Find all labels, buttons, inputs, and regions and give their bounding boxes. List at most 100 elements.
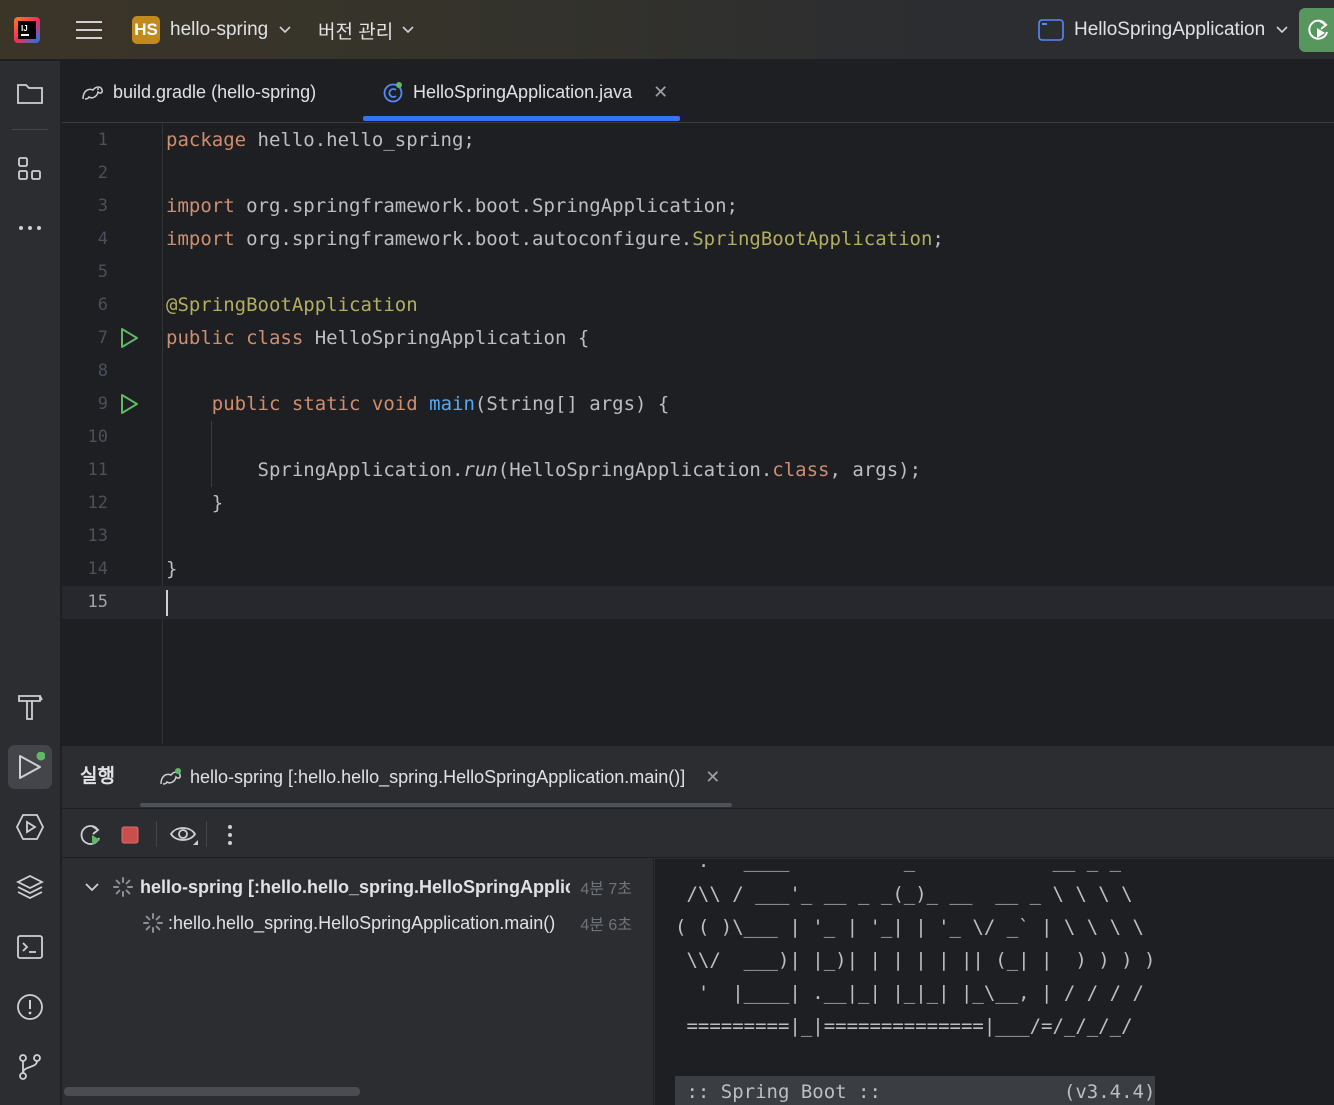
run-config-name: HelloSpringApplication bbox=[1074, 19, 1266, 40]
project-name: hello-spring bbox=[170, 19, 269, 40]
horizontal-scrollbar[interactable] bbox=[64, 1087, 360, 1096]
rerun-icon bbox=[1308, 19, 1328, 40]
line-number: 13 bbox=[87, 526, 108, 546]
layers-tool-button[interactable] bbox=[8, 865, 52, 909]
console-line: ' |____| .__|_| |_|_| |_\__, | / / / / bbox=[675, 982, 1144, 1004]
project-tool-button[interactable] bbox=[8, 71, 52, 115]
line-number: 9 bbox=[97, 394, 108, 414]
run-tool-button[interactable] bbox=[8, 745, 52, 789]
line-number: 7 bbox=[97, 328, 108, 348]
run-icon bbox=[19, 752, 45, 779]
more-tools-button[interactable] bbox=[8, 206, 52, 250]
code-line: 5 bbox=[62, 256, 1334, 289]
stop-button[interactable] bbox=[116, 821, 144, 849]
rerun-button[interactable] bbox=[78, 821, 106, 849]
run-gutter-icon[interactable] bbox=[118, 327, 140, 349]
java-class-icon bbox=[383, 82, 403, 103]
gradle-icon bbox=[160, 768, 181, 785]
left-tool-strip bbox=[0, 61, 61, 1105]
run-tab-hello-spring[interactable]: hello-spring [:hello.hello_spring.HelloS… bbox=[158, 746, 720, 808]
run-tool-window: 실행 hello-spring [:hello.hello_spring.Hel… bbox=[62, 745, 1334, 1105]
more-vertical-icon bbox=[228, 825, 232, 845]
run-gutter-icon[interactable] bbox=[118, 393, 140, 415]
code-line: 13 bbox=[62, 520, 1334, 553]
line-number: 11 bbox=[87, 460, 108, 480]
code-line: 11 SpringApplication.run(HelloSpringAppl… bbox=[62, 454, 1334, 487]
project-badge: HS bbox=[132, 16, 160, 44]
line-number: 4 bbox=[97, 229, 108, 249]
elapsed-time: 4분 7초 bbox=[580, 881, 632, 898]
toolbar-separator bbox=[156, 821, 157, 847]
application-icon bbox=[1038, 19, 1064, 41]
project-selector[interactable]: HS hello-spring bbox=[132, 0, 292, 60]
line-number: 10 bbox=[87, 427, 108, 447]
tree-item-child[interactable]: :hello.hello_spring.HelloSpringApplicati… bbox=[62, 906, 654, 940]
services-tool-button[interactable] bbox=[8, 805, 52, 849]
tree-item-label: :hello.hello_spring.HelloSpringApplicati… bbox=[168, 912, 556, 933]
services-icon bbox=[15, 814, 45, 840]
tab-build-gradle[interactable]: build.gradle (hello-spring) bbox=[80, 61, 316, 123]
more-horizontal-icon bbox=[19, 226, 41, 230]
code-line: 14 } bbox=[62, 553, 1334, 586]
more-options-button[interactable] bbox=[216, 821, 244, 849]
view-options-button[interactable] bbox=[166, 821, 202, 849]
tree-item-root[interactable]: hello-spring [:hello.hello_spring.HelloS… bbox=[62, 870, 654, 904]
tab-label: HelloSpringApplication.java bbox=[413, 81, 633, 102]
run-tree: hello-spring [:hello.hello_spring.HelloS… bbox=[62, 859, 654, 1105]
code-line: 9 public static void main(String[] args)… bbox=[62, 388, 1334, 421]
svg-text:IJ: IJ bbox=[21, 24, 28, 33]
git-tool-button[interactable] bbox=[8, 1045, 52, 1089]
vcs-menu[interactable]: 버전 관리 bbox=[318, 0, 415, 60]
problems-tool-button[interactable] bbox=[8, 985, 52, 1029]
run-configuration-selector[interactable]: HelloSpringApplication bbox=[1038, 0, 1289, 60]
rerun-icon bbox=[80, 825, 100, 845]
chevron-down-icon bbox=[1276, 26, 1288, 34]
hammer-icon bbox=[18, 695, 43, 720]
intellij-logo-icon[interactable]: IJ bbox=[14, 0, 46, 60]
code-editor[interactable]: 1 package hello.hello_spring; 2 3 import… bbox=[62, 124, 1334, 744]
main-menu-button[interactable] bbox=[72, 0, 106, 60]
code-line: 4 import org.springframework.boot.autoco… bbox=[62, 223, 1334, 256]
chevron-down-icon bbox=[402, 26, 414, 34]
code-text: import org.springframework.boot.autoconf… bbox=[166, 228, 944, 250]
code-text: } bbox=[166, 492, 224, 514]
active-tab-indicator bbox=[363, 116, 680, 121]
text-caret bbox=[166, 590, 168, 616]
rerun-button[interactable] bbox=[1299, 8, 1334, 52]
tab-label: build.gradle (hello-spring) bbox=[113, 81, 317, 102]
title-bar: IJ HS hello-spring 버전 관리 HelloSpringAppl… bbox=[0, 0, 1334, 60]
chevron-down-icon[interactable] bbox=[84, 881, 100, 893]
close-icon[interactable]: ✕ bbox=[705, 767, 720, 788]
close-icon[interactable]: ✕ bbox=[653, 82, 668, 103]
loading-spinner-icon bbox=[143, 913, 163, 933]
code-line: 10 bbox=[62, 421, 1334, 454]
build-tool-button[interactable] bbox=[8, 685, 52, 729]
eye-icon bbox=[169, 827, 198, 845]
console-line: . ____ _ __ _ _ bbox=[675, 859, 1122, 872]
console-line: :: Spring Boot :: (v3.4.4) bbox=[675, 1076, 1156, 1105]
tree-item-label: hello-spring [:hello.hello_spring.HelloS… bbox=[140, 876, 570, 897]
chevron-down-icon bbox=[279, 26, 291, 34]
tab-hello-spring-application[interactable]: HelloSpringApplication.java ✕ bbox=[382, 61, 668, 123]
console-line: =========|_|==============|___/=/_/_/_/ bbox=[675, 1015, 1133, 1037]
code-text: SpringApplication.run(HelloSpringApplica… bbox=[166, 459, 922, 481]
terminal-icon bbox=[17, 935, 43, 959]
line-number: 5 bbox=[97, 262, 108, 282]
loading-spinner-icon bbox=[113, 877, 133, 897]
structure-tool-button[interactable] bbox=[8, 147, 52, 191]
code-line: 7 public class HelloSpringApplication { bbox=[62, 322, 1334, 355]
code-line: 3 import org.springframework.boot.Spring… bbox=[62, 190, 1334, 223]
run-panel-header: 실행 hello-spring [:hello.hello_spring.Hel… bbox=[62, 746, 1334, 808]
terminal-tool-button[interactable] bbox=[8, 925, 52, 969]
line-number: 8 bbox=[97, 361, 108, 381]
line-number: 1 bbox=[97, 130, 108, 150]
code-line: 12 } bbox=[62, 487, 1334, 520]
layers-icon bbox=[16, 874, 44, 900]
elapsed-time: 4분 6초 bbox=[580, 917, 632, 934]
indent-guide bbox=[211, 421, 212, 487]
code-text: package hello.hello_spring; bbox=[166, 129, 475, 151]
structure-icon bbox=[18, 157, 41, 180]
console-output[interactable]: . ____ _ __ _ _ /\\ / ___'_ __ _ _(_)_ _… bbox=[655, 859, 1334, 1105]
line-number: 6 bbox=[97, 295, 108, 315]
code-text: public static void main(String[] args) { bbox=[211, 393, 670, 415]
